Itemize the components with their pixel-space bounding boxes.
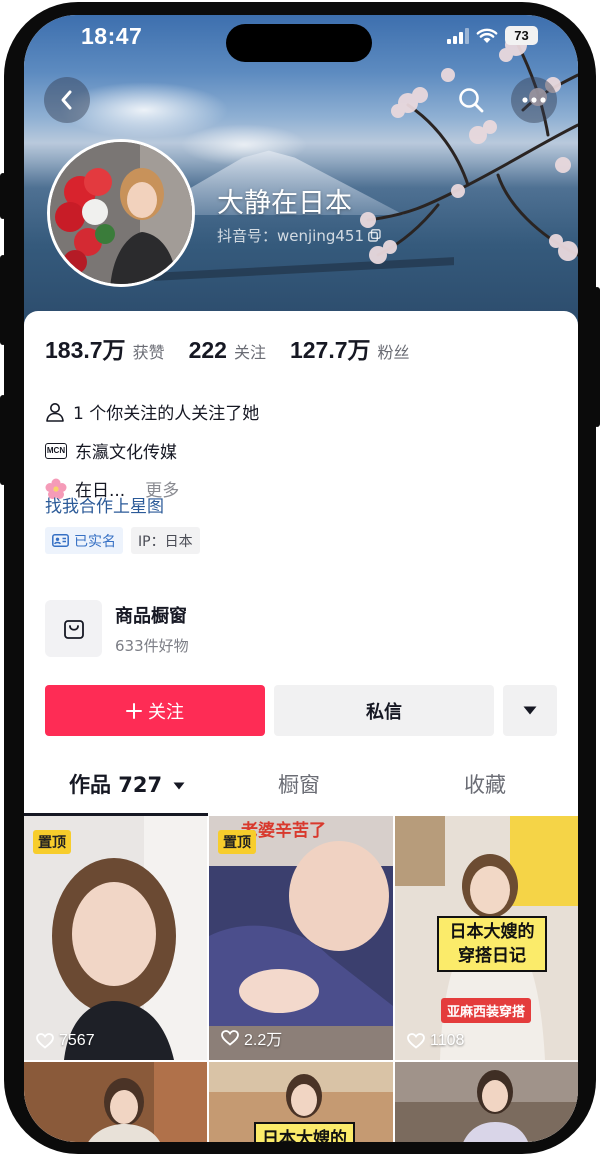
video-thumbnail <box>395 1062 578 1142</box>
video-tile-5[interactable]: 日本大嫂的 <box>209 1062 393 1142</box>
likes-count[interactable]: 183.7万 <box>45 331 126 365</box>
tab-favorites[interactable]: 收藏 <box>464 769 506 799</box>
following-count[interactable]: 222 <box>189 337 227 364</box>
douyin-id-text: 抖音号：wenjing451 <box>217 227 364 245</box>
heart-icon <box>221 1030 239 1046</box>
shop-window-entry[interactable]: 商品橱窗 633件好物 <box>45 600 189 657</box>
volume-down-button <box>0 395 6 485</box>
mutual-followers-row[interactable]: 1 个你关注的人关注了她 <box>45 399 259 424</box>
copy-icon[interactable] <box>368 229 381 242</box>
shop-subtitle: 633件好物 <box>115 636 189 655</box>
message-button[interactable]: 私信 <box>274 685 494 736</box>
shopping-bag-icon <box>63 619 84 639</box>
video-caption: 日本大嫂的穿搭日记 <box>437 916 547 972</box>
pinned-badge: 置顶 <box>33 830 71 854</box>
pinned-badge: 置顶 <box>218 830 256 854</box>
person-icon <box>46 402 64 422</box>
tab-works-label: 作品 727 <box>69 773 163 797</box>
follow-button[interactable]: 关注 <box>45 685 265 736</box>
chevron-left-icon <box>61 90 72 110</box>
triangle-down-icon <box>523 706 537 715</box>
side-button <box>0 173 6 219</box>
battery-indicator: 73 <box>505 26 538 45</box>
status-time: 18:47 <box>81 23 143 49</box>
profile-card: 183.7万 获赞 222 关注 127.7万 粉丝 1 个你关注的人关注了她 … <box>24 311 578 1142</box>
video-likes: 7567 <box>36 1032 95 1050</box>
status-bar: 18:47 73 <box>24 15 578 62</box>
likes-label: 获赞 <box>132 343 165 362</box>
more-actions-button[interactable] <box>503 685 557 736</box>
stats-row: 183.7万 获赞 222 关注 127.7万 粉丝 <box>45 331 434 365</box>
heart-icon <box>407 1033 425 1049</box>
followers-label: 粉丝 <box>377 343 410 362</box>
id-card-icon <box>52 534 69 547</box>
video-tile-6[interactable] <box>395 1062 578 1142</box>
star-map-link[interactable]: 找我合作上星图 <box>45 492 164 517</box>
video-tile-4[interactable] <box>24 1062 207 1142</box>
video-tile-2[interactable]: 老婆辛苦了 置顶 2.2万 <box>209 816 393 1060</box>
nickname: 大静在日本 <box>217 188 352 219</box>
avatar[interactable] <box>47 139 195 287</box>
tab-dropdown-icon <box>173 782 185 790</box>
mcn-name: 东瀛文化传媒 <box>75 443 177 463</box>
avatar-photo <box>50 142 192 284</box>
search-button[interactable] <box>457 86 485 114</box>
video-likes-count: 7567 <box>59 1032 95 1049</box>
mcn-icon: MCN <box>45 442 67 459</box>
video-likes-count: 2.2万 <box>244 1032 283 1049</box>
shop-icon-box <box>45 600 102 657</box>
video-likes: 1108 <box>407 1032 464 1050</box>
dynamic-island <box>226 24 372 62</box>
more-dots-icon <box>522 97 546 103</box>
shop-text: 商品橱窗 633件好物 <box>115 602 189 656</box>
douyin-id[interactable]: 抖音号：wenjing451 <box>217 225 381 246</box>
more-options-button[interactable] <box>511 77 557 123</box>
mcn-row[interactable]: MCN 东瀛文化传媒 <box>45 438 177 463</box>
video-tile-3[interactable]: 日本大嫂的穿搭日记 亚麻西装穿搭 1108 <box>395 816 578 1060</box>
video-likes-count: 1108 <box>430 1032 465 1049</box>
ip-location-tag: IP：日本 <box>131 527 200 554</box>
search-icon <box>459 88 484 113</box>
follow-label: 关注 <box>148 701 184 723</box>
heart-icon <box>36 1033 54 1049</box>
power-button <box>594 287 600 427</box>
signal-icon <box>447 27 469 44</box>
followers-count[interactable]: 127.7万 <box>290 331 371 365</box>
video-likes: 2.2万 <box>221 1026 282 1050</box>
back-button[interactable] <box>44 77 90 123</box>
shop-title: 商品橱窗 <box>115 605 187 627</box>
verified-badge[interactable]: 已实名 <box>45 527 123 554</box>
tab-shop-window[interactable]: 橱窗 <box>278 769 320 799</box>
tab-works[interactable]: 作品 727 <box>69 769 185 799</box>
status-icons: 73 <box>447 26 538 45</box>
plus-icon <box>126 702 142 719</box>
video-thumbnail <box>24 1062 207 1142</box>
volume-up-button <box>0 255 6 345</box>
content-tabs: 作品 727 橱窗 收藏 <box>24 755 578 816</box>
following-label: 关注 <box>233 343 266 362</box>
video-tile-1[interactable]: 置顶 7567 <box>24 816 207 1060</box>
mutual-followers-text: 1 个你关注的人关注了她 <box>73 404 260 424</box>
screen: 18:47 73 大静在日本 抖音号：wenjing451 183.7万 获赞 … <box>24 15 578 1142</box>
wifi-icon <box>476 28 498 43</box>
video-caption: 日本大嫂的 <box>254 1122 355 1142</box>
verified-text: 已实名 <box>74 533 116 550</box>
tags-row: 已实名 IP：日本 <box>45 527 200 554</box>
video-sub-caption: 亚麻西装穿搭 <box>441 998 532 1023</box>
